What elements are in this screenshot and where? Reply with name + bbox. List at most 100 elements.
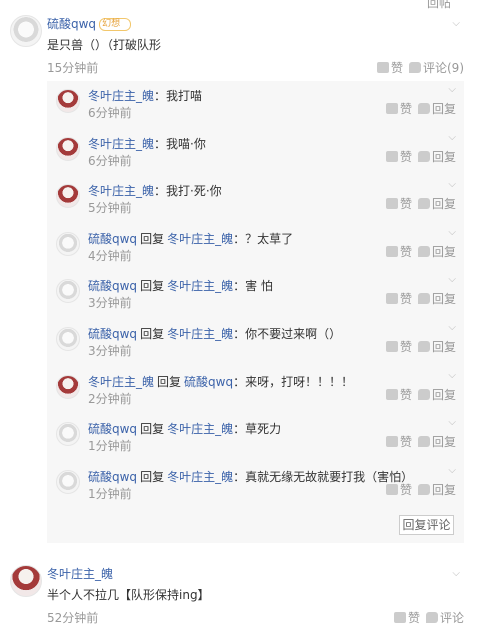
reply-target[interactable]: 冬叶庄主_魄 xyxy=(167,279,233,293)
like-button[interactable]: 赞 xyxy=(385,386,412,403)
author-name[interactable]: 硫酸qwq xyxy=(47,17,96,31)
avatar[interactable] xyxy=(56,374,80,399)
reply-button[interactable]: 回复 xyxy=(417,433,456,450)
reply-actions: 赞回复 xyxy=(385,243,456,260)
reply-author[interactable]: 冬叶庄主_魄 xyxy=(88,89,154,103)
comment-icon xyxy=(417,198,430,210)
avatar[interactable] xyxy=(56,184,80,209)
thumbs-up-icon xyxy=(393,612,406,623)
avatar[interactable] xyxy=(56,422,80,447)
reply-verb: 回复 xyxy=(140,422,165,437)
reply-author[interactable]: 冬叶庄主_魄 xyxy=(88,137,154,151)
avatar[interactable] xyxy=(10,15,42,47)
reply-text: ：来呀，打呀！！！！ xyxy=(233,374,354,389)
reply-button[interactable]: 回复 xyxy=(417,243,456,260)
chevron-down-icon[interactable]: ⌵ xyxy=(448,132,456,143)
comment-button[interactable]: 评论 xyxy=(425,609,464,626)
reply-text: ：草死力 xyxy=(233,422,282,437)
chevron-down-icon[interactable]: ⌵ xyxy=(448,417,456,428)
reply-button[interactable]: 回复 xyxy=(417,481,456,498)
reply-button[interactable]: 回复 xyxy=(417,195,456,212)
thumbs-up-icon xyxy=(385,103,398,114)
chevron-down-icon[interactable]: ⌵ xyxy=(448,322,456,333)
like-button[interactable]: 赞 xyxy=(385,481,412,498)
timestamp: 5分钟前 xyxy=(88,201,132,216)
top-reply-link[interactable]: 回帖 xyxy=(427,0,451,11)
reply-item: 冬叶庄主_魄：我喵·你 6分钟前 ⌵ 赞回复 xyxy=(47,129,464,176)
reply-text: ：我打·死·你 xyxy=(154,184,222,199)
like-button[interactable]: 赞 xyxy=(385,433,412,450)
reply-author[interactable]: 硫酸qwq xyxy=(88,279,137,293)
like-button[interactable]: 赞 xyxy=(376,59,403,76)
like-button[interactable]: 赞 xyxy=(385,148,412,165)
reply-author[interactable]: 冬叶庄主_魄 xyxy=(88,184,154,198)
chevron-down-icon[interactable]: ⌵ xyxy=(448,465,456,476)
thumbs-up-icon xyxy=(385,436,398,448)
reply-target[interactable]: 冬叶庄主_魄 xyxy=(167,470,233,484)
thumbs-up-icon xyxy=(385,483,398,495)
avatar[interactable] xyxy=(56,327,80,351)
reply-actions: 赞回复 xyxy=(385,481,456,498)
timestamp: 3分钟前 xyxy=(88,344,132,358)
reply-item: 冬叶庄主_魄：我打·死·你 5分钟前 ⌵ 赞回复 xyxy=(47,176,464,223)
reply-button[interactable]: 回复 xyxy=(417,100,456,117)
reply-item: 冬叶庄主_魄：我打喵 6分钟前 ⌵ 赞回复 xyxy=(47,81,464,128)
chevron-down-icon[interactable]: ⌵ xyxy=(452,568,460,579)
reply-verb: 回复 xyxy=(140,279,165,294)
avatar[interactable] xyxy=(56,136,80,161)
comment-icon xyxy=(417,150,430,162)
reply-comment-button[interactable]: 回复评论 xyxy=(399,515,454,535)
reply-target[interactable]: 冬叶庄主_魄 xyxy=(167,232,233,246)
reply-button[interactable]: 回复 xyxy=(417,386,456,403)
timestamp: 1分钟前 xyxy=(88,486,132,501)
like-button[interactable]: 赞 xyxy=(385,195,412,212)
thumbs-up-icon xyxy=(385,293,398,305)
chevron-down-icon[interactable]: ⌵ xyxy=(448,227,456,238)
reply-item: 硫酸qwq 回复 冬叶庄主_魄：你不要过来啊（） 3分钟前 ⌵ 赞回复 xyxy=(47,319,464,366)
chevron-down-icon[interactable]: ⌵ xyxy=(448,274,456,285)
reply-author[interactable]: 硫酸qwq xyxy=(88,232,137,246)
avatar[interactable] xyxy=(56,231,80,256)
reply-author[interactable]: 硫酸qwq xyxy=(88,327,137,341)
comment-icon xyxy=(417,103,430,114)
comment-post: 冬叶庄主_魄 ⌵ 半个人不拉几【队形保持ing】 52分钟前 赞 评论 xyxy=(10,565,468,633)
chevron-down-icon[interactable]: ⌵ xyxy=(448,179,456,190)
avatar[interactable] xyxy=(56,279,80,304)
comment-actions: 赞 评论(9) xyxy=(376,59,464,76)
comment-icon xyxy=(417,388,430,400)
chevron-down-icon[interactable]: ⌵ xyxy=(448,370,456,381)
timestamp: 3分钟前 xyxy=(88,296,132,311)
chevron-down-icon[interactable]: ⌵ xyxy=(452,18,460,29)
thumbs-up-icon xyxy=(385,245,398,257)
avatar[interactable] xyxy=(10,565,42,597)
reply-author[interactable]: 冬叶庄主_魄 xyxy=(88,375,154,389)
reply-button[interactable]: 回复 xyxy=(417,290,456,307)
reply-actions: 赞回复 xyxy=(385,433,456,450)
reply-author[interactable]: 硫酸qwq xyxy=(88,470,137,484)
reply-item: 硫酸qwq 回复 冬叶庄主_魄：真就无缘无故就要打我（害怕） 1分钟前 ⌵ 赞回复 xyxy=(47,462,464,509)
like-button[interactable]: 赞 xyxy=(385,243,412,260)
reply-actions: 赞回复 xyxy=(385,100,456,117)
thumbs-up-icon xyxy=(385,150,398,162)
reply-actions: 赞回复 xyxy=(385,195,456,212)
like-button[interactable]: 赞 xyxy=(393,609,420,626)
thumbs-up-icon xyxy=(385,198,398,210)
like-button[interactable]: 赞 xyxy=(385,100,412,117)
reply-target[interactable]: 冬叶庄主_魄 xyxy=(167,327,233,341)
reply-button[interactable]: 回复 xyxy=(417,338,456,355)
user-badge: 幻想 xyxy=(99,18,132,31)
comment-icon xyxy=(425,612,438,623)
reply-verb: 回复 xyxy=(157,374,182,389)
reply-button[interactable]: 回复 xyxy=(417,148,456,165)
like-button[interactable]: 赞 xyxy=(385,290,412,307)
like-button[interactable]: 赞 xyxy=(385,338,412,355)
reply-target[interactable]: 硫酸qwq xyxy=(184,375,233,389)
avatar[interactable] xyxy=(56,469,80,494)
reply-author[interactable]: 硫酸qwq xyxy=(88,422,137,436)
reply-text: ：我打喵 xyxy=(154,89,203,103)
reply-target[interactable]: 冬叶庄主_魄 xyxy=(167,422,233,436)
chevron-down-icon[interactable]: ⌵ xyxy=(448,84,456,95)
comment-button[interactable]: 评论(9) xyxy=(409,59,464,76)
author-name[interactable]: 冬叶庄主_魄 xyxy=(47,565,113,582)
avatar[interactable] xyxy=(56,89,80,113)
